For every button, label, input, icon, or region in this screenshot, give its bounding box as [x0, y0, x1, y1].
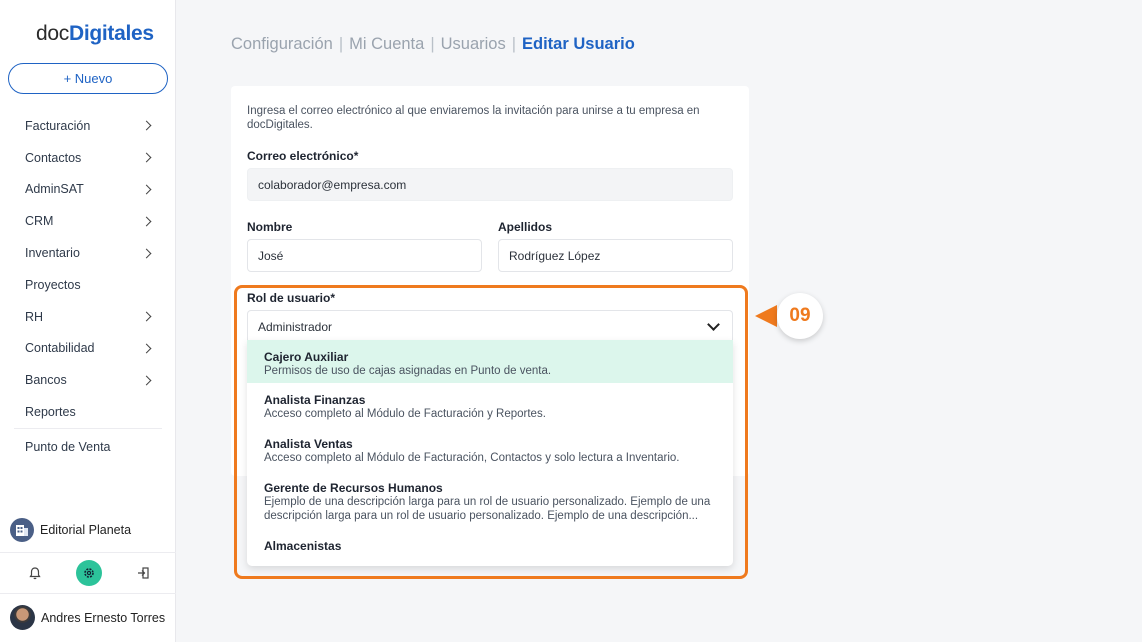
- breadcrumb-configuracion[interactable]: Configuración: [231, 35, 333, 54]
- sidebar-item-contabilidad[interactable]: Contabilidad: [0, 333, 176, 365]
- sidebar-item-adminsat[interactable]: AdminSAT: [0, 174, 176, 206]
- company-name: Editorial Planeta: [40, 523, 132, 537]
- sidebar-item-rh[interactable]: RH: [0, 301, 176, 333]
- sidebar-toolbar: [0, 552, 176, 594]
- callout-badge: 09: [777, 293, 823, 339]
- breadcrumb-separator: |: [338, 35, 344, 53]
- chevron-right-icon: [141, 248, 152, 259]
- sidebar-item-bancos[interactable]: Bancos: [0, 364, 176, 396]
- chevron-right-icon: [141, 375, 152, 386]
- app-logo[interactable]: docDigitales: [36, 22, 154, 46]
- sidebar-item-reportes[interactable]: Reportes: [0, 396, 176, 428]
- breadcrumb: Configuración | Mi Cuenta | Usuarios | E…: [231, 35, 635, 54]
- sidebar-item-label: Facturación: [25, 118, 91, 133]
- chevron-right-icon: [141, 343, 152, 354]
- sidebar-nav: Facturación Contactos AdminSAT CRM Inventari…: [0, 110, 176, 465]
- sidebar-item-label: Inventario: [25, 246, 80, 261]
- sidebar-item-proyectos[interactable]: Proyectos: [0, 269, 176, 301]
- lastname-field[interactable]: Rodríguez López: [498, 239, 733, 272]
- sidebar-item-label: Proyectos: [25, 277, 81, 292]
- sidebar-item-label: Contactos: [25, 150, 82, 165]
- logout-icon[interactable]: [130, 560, 156, 586]
- company-selector[interactable]: Editorial Planeta: [10, 518, 131, 542]
- email-label: Correo electrónico*: [247, 149, 359, 163]
- breadcrumb-separator: |: [511, 35, 517, 53]
- sidebar-item-label: RH: [25, 309, 44, 324]
- chevron-right-icon: [141, 152, 152, 163]
- logo-text-digitales: Digitales: [68, 22, 154, 45]
- user-profile[interactable]: Andres Ernesto Torres: [10, 605, 165, 630]
- bell-icon[interactable]: [22, 560, 48, 586]
- callout-highlight-box: [234, 285, 748, 579]
- sidebar-item-punto-de-venta[interactable]: Punto de Venta: [0, 429, 176, 465]
- logo-text-doc: doc: [36, 22, 69, 45]
- sidebar-item-inventario[interactable]: Inventario: [0, 237, 176, 269]
- email-field[interactable]: colaborador@empresa.com: [247, 168, 733, 201]
- sidebar-item-label: Bancos: [25, 373, 67, 388]
- chevron-right-icon: [141, 120, 152, 131]
- chevron-right-icon: [141, 311, 152, 322]
- intro-text: Ingresa el correo electrónico al que env…: [247, 105, 700, 131]
- breadcrumb-separator: |: [430, 35, 435, 53]
- sidebar-item-label: Contabilidad: [25, 341, 95, 356]
- name-field[interactable]: José: [247, 239, 482, 272]
- gear-icon[interactable]: [76, 560, 102, 586]
- sidebar-item-label: Punto de Venta: [25, 439, 111, 454]
- chevron-right-icon: [141, 216, 152, 227]
- avatar: [10, 605, 35, 630]
- breadcrumb-usuarios[interactable]: Usuarios: [441, 35, 506, 54]
- sidebar-item-contactos[interactable]: Contactos: [0, 142, 176, 174]
- sidebar-item-label: CRM: [25, 214, 54, 229]
- breadcrumb-current: Editar Usuario: [522, 35, 635, 53]
- name-label: Nombre: [247, 220, 293, 234]
- chevron-right-icon: [141, 184, 152, 195]
- building-icon: [10, 518, 34, 542]
- sidebar-item-label: Reportes: [25, 405, 76, 420]
- breadcrumb-mi-cuenta[interactable]: Mi Cuenta: [349, 35, 424, 54]
- sidebar-item-label: AdminSAT: [25, 182, 84, 197]
- sidebar-item-crm[interactable]: CRM: [0, 205, 176, 237]
- callout-pointer: [755, 305, 777, 327]
- sidebar-item-facturacion[interactable]: Facturación: [0, 110, 176, 142]
- new-button[interactable]: + Nuevo: [8, 63, 168, 94]
- user-name: Andres Ernesto Torres: [41, 610, 166, 625]
- sidebar: docDigitales + Nuevo Facturación Contacto…: [0, 0, 176, 642]
- lastname-label: Apellidos: [498, 220, 553, 234]
